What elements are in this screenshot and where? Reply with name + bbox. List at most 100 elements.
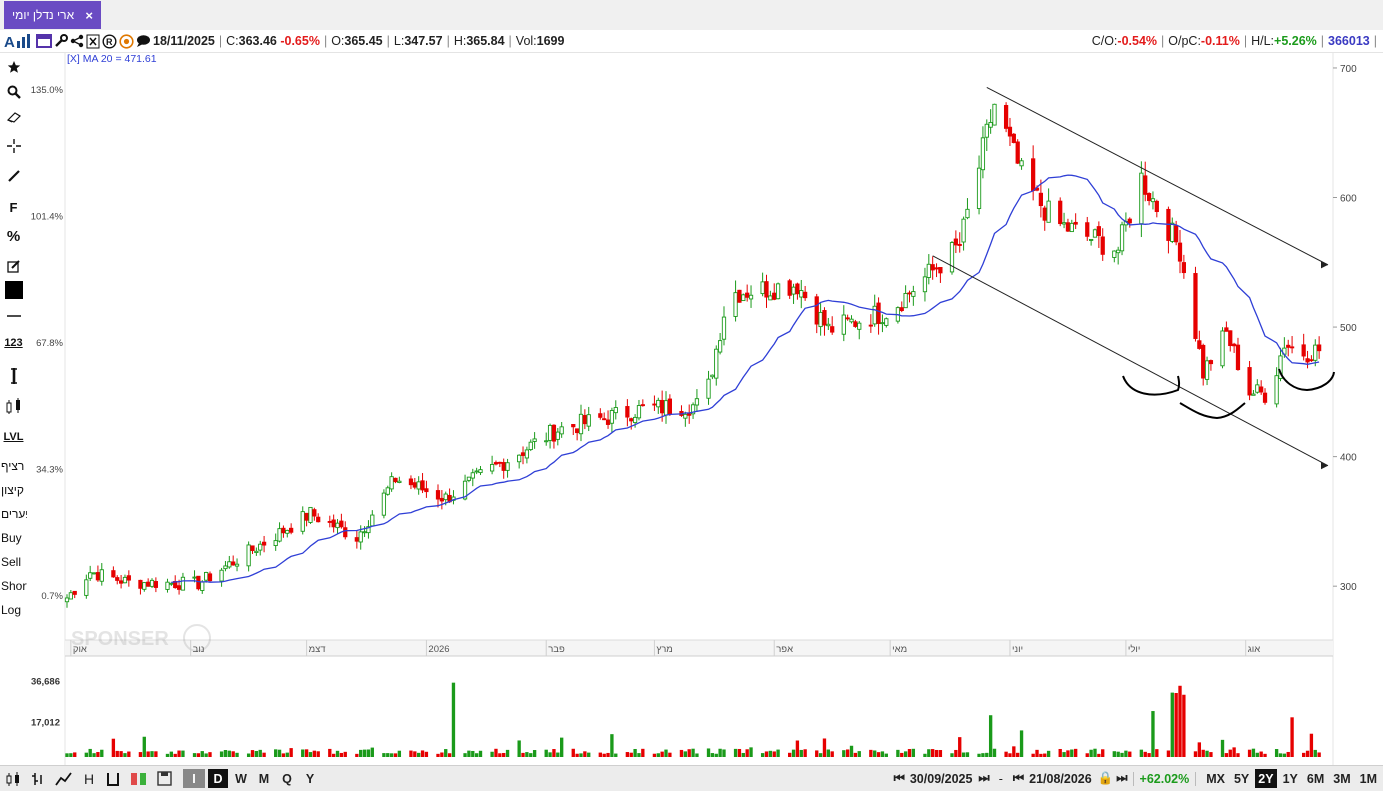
candle-body (609, 410, 615, 424)
volume-bar (1170, 692, 1174, 757)
save-icon[interactable] (154, 769, 175, 788)
vertical-line-icon[interactable] (0, 365, 27, 387)
percent-tool[interactable]: % (0, 225, 27, 247)
short-button[interactable]: Short (0, 576, 30, 596)
interval-weekly-button[interactable]: W (231, 769, 251, 788)
interval-quarterly-button[interactable]: Q (277, 769, 297, 788)
lock-icon[interactable]: 🔒 (1098, 771, 1114, 786)
chart-bubble-icon[interactable] (136, 33, 151, 49)
start-last-icon[interactable]: ⏭ (978, 771, 989, 786)
volume-bar (664, 749, 668, 757)
volume-bar (301, 749, 305, 757)
candle-body (555, 431, 560, 440)
end-date[interactable]: 21/08/2026 (1025, 772, 1096, 786)
interval-yearly-button[interactable]: Y (300, 769, 320, 788)
continuous-toggle[interactable]: רציף (0, 456, 28, 476)
window-icon[interactable] (36, 33, 52, 49)
candle-body (1042, 207, 1047, 221)
candle-body (258, 543, 263, 551)
candle-body (362, 531, 367, 534)
log-toggle[interactable]: Log (0, 600, 28, 620)
target-icon[interactable] (119, 33, 134, 49)
hlc-view-icon[interactable]: H (79, 769, 99, 788)
month-label: דצמ (309, 644, 326, 655)
ohlc-view-icon[interactable] (27, 769, 49, 788)
volume-bar (1004, 751, 1008, 757)
volume-bar (1166, 750, 1171, 757)
candle-body (586, 414, 591, 427)
candle-body (1116, 249, 1121, 254)
end-last-icon[interactable]: ⏭ (1116, 771, 1127, 786)
candle-body (1127, 218, 1132, 224)
range-1m-button[interactable]: 1M (1357, 769, 1380, 788)
line-view-icon[interactable] (52, 769, 76, 788)
range-5y-button[interactable]: 5Y (1231, 769, 1252, 788)
volume-bar (154, 751, 158, 757)
range-mx-button[interactable]: MX (1203, 769, 1228, 788)
range-1y-button[interactable]: 1Y (1280, 769, 1301, 788)
fibonacci-tool[interactable]: F (0, 196, 27, 218)
extreme-toggle[interactable]: קיצון (0, 480, 28, 500)
range-2y-button[interactable]: 2Y (1255, 769, 1277, 788)
percent-tick-label: 0.7% (41, 591, 63, 602)
magnifier-icon[interactable] (0, 81, 27, 103)
volume-bar (1016, 752, 1020, 757)
volume-bar (548, 752, 552, 757)
chart-tab[interactable]: ארי נדלן יומי × (4, 1, 101, 29)
share-icon[interactable] (70, 33, 84, 49)
registered-icon[interactable]: R (102, 33, 117, 49)
wrench-icon[interactable] (54, 33, 68, 49)
volume-bar (722, 749, 726, 757)
candle-body (517, 454, 522, 463)
range-3m-button[interactable]: 3M (1330, 769, 1353, 788)
range-6m-button[interactable]: 6M (1304, 769, 1327, 788)
edit-icon[interactable] (0, 255, 27, 277)
eraser-icon[interactable] (0, 106, 27, 128)
volume-bar (100, 749, 104, 757)
interval-daily-button[interactable]: D (208, 769, 228, 788)
month-label: אפר (776, 644, 793, 655)
candle-body (1197, 340, 1202, 349)
volume-bar (1008, 753, 1012, 757)
candle-type-icon[interactable] (0, 395, 27, 417)
line-draw-icon[interactable] (0, 165, 27, 187)
candle-body (1019, 160, 1024, 167)
candles-view-icon[interactable] (2, 769, 24, 788)
price-chart[interactable]: SPONSER [X] MA 20 = 471.61 135.0%101.4%6… (27, 53, 1383, 765)
interval-monthly-button[interactable]: M (254, 769, 274, 788)
volume-bar (308, 752, 313, 757)
end-first-icon[interactable]: ⏮ (1013, 771, 1024, 786)
close-tab-icon[interactable]: × (85, 8, 93, 23)
left-toolbar: F % 123 LVL רציף קיצון פערים Buy Sell Sh… (0, 53, 33, 763)
candle-body (903, 292, 908, 309)
candle-body (316, 516, 321, 523)
number-tool[interactable]: 123 (0, 332, 27, 354)
star-icon[interactable] (0, 56, 27, 78)
volume-bar (695, 753, 699, 757)
color-bars-icon[interactable] (127, 769, 151, 788)
buy-button[interactable]: Buy (0, 528, 28, 548)
candle-body (1154, 200, 1159, 213)
level-tool[interactable]: LVL (0, 426, 27, 448)
candle-body (1301, 344, 1306, 357)
crosshair-icon[interactable] (0, 135, 27, 157)
start-date[interactable]: 30/09/2025 (906, 772, 977, 786)
line-width-icon[interactable] (0, 305, 27, 327)
volume-bar (181, 750, 185, 757)
candle-body (1274, 375, 1279, 405)
candle-body (683, 413, 688, 419)
bars-logo-icon[interactable]: A (4, 33, 34, 49)
volume-bar (115, 750, 119, 757)
separator-button[interactable]: I (183, 769, 205, 788)
bracket-view-icon[interactable] (102, 769, 124, 788)
candle-body (358, 531, 363, 543)
candle-body (876, 302, 881, 324)
color-swatch-icon[interactable] (0, 279, 27, 301)
ma-indicator-label[interactable]: [X] MA 20 = 471.61 (67, 53, 157, 65)
candle-body (204, 571, 209, 581)
excel-icon[interactable] (86, 33, 100, 49)
volume-bar (281, 753, 286, 757)
gaps-toggle[interactable]: פערים (0, 504, 33, 524)
sell-button[interactable]: Sell (0, 552, 28, 572)
start-first-icon[interactable]: ⏮ (894, 771, 905, 786)
